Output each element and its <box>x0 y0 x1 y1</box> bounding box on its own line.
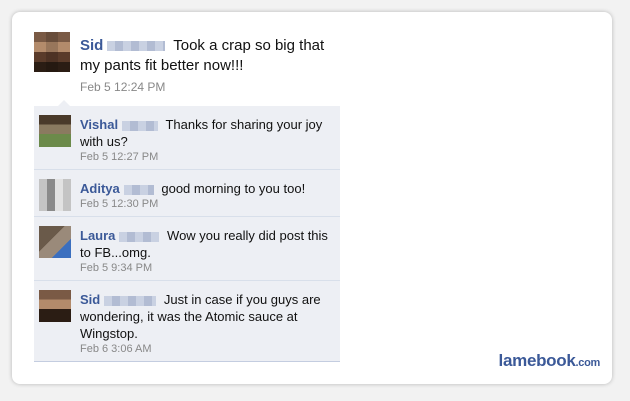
avatar[interactable] <box>34 32 70 72</box>
comment-item: Vishal Thanks for sharing your joy with … <box>34 106 340 169</box>
avatar[interactable] <box>39 226 71 258</box>
comments-list: Vishal Thanks for sharing your joy with … <box>34 106 340 362</box>
comment-timestamp[interactable]: Feb 6 3:06 AM <box>80 343 330 355</box>
comment-author-name[interactable]: Laura <box>80 228 115 243</box>
comment-timestamp[interactable]: Feb 5 9:34 PM <box>80 262 330 274</box>
comment-author-name[interactable]: Sid <box>80 292 100 307</box>
avatar[interactable] <box>39 290 71 322</box>
comment-timestamp[interactable]: Feb 5 12:27 PM <box>80 151 330 163</box>
comment-author-name[interactable]: Vishal <box>80 117 118 132</box>
redacted-surname <box>123 184 154 195</box>
comment-item: Sid Just in case if you guys are wonderi… <box>34 280 340 361</box>
comment-author-name[interactable]: Aditya <box>80 181 120 196</box>
avatar[interactable] <box>39 179 71 211</box>
logo-text: lamebook <box>498 351 576 370</box>
post-timestamp[interactable]: Feb 5 12:24 PM <box>80 80 165 94</box>
comment-item: Laura Wow you really did post this to FB… <box>34 216 340 280</box>
comment-item: Aditya good morning to you too! Feb 5 12… <box>34 169 340 216</box>
comment-timestamp[interactable]: Feb 5 12:30 PM <box>80 198 330 210</box>
comment-text: good morning to you too! <box>161 181 306 196</box>
redacted-surname <box>122 120 159 131</box>
logo-domain: .com <box>575 357 601 369</box>
redacted-surname <box>107 41 166 52</box>
post-body: Sid Took a crap so big that my pants fit… <box>80 36 330 76</box>
comment-text: Wow you really did post this to FB...omg… <box>80 228 328 260</box>
post-author-name[interactable]: Sid <box>80 37 103 54</box>
lamebook-logo: lamebook.com <box>498 351 601 371</box>
redacted-surname <box>119 231 160 242</box>
redacted-surname <box>104 295 157 306</box>
avatar[interactable] <box>39 115 71 147</box>
